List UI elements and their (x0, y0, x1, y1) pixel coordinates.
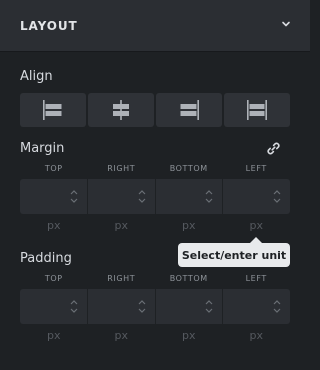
padding-right-input[interactable] (87, 289, 155, 324)
stepper-arrows-icon[interactable] (70, 188, 78, 205)
align-left-icon (43, 100, 62, 120)
padding-label: Padding (20, 251, 72, 266)
margin-bottom-unit[interactable]: px (155, 219, 223, 233)
stepper-arrows-icon[interactable] (205, 188, 213, 205)
padding-units: px px px px (20, 329, 290, 343)
stepper-arrows-icon[interactable] (273, 188, 281, 205)
margin-top-unit[interactable]: px (20, 219, 88, 233)
padding-inputs (20, 289, 290, 324)
margin-left-input[interactable] (223, 179, 290, 214)
margin-left-unit[interactable]: px (223, 219, 291, 233)
margin-top-input[interactable] (20, 179, 87, 214)
stepper-arrows-icon[interactable] (70, 298, 78, 315)
padding-top-input[interactable] (20, 289, 87, 324)
margin-left-label: LEFT (245, 164, 267, 173)
padding-right-unit[interactable]: px (88, 329, 156, 343)
margin-right-unit[interactable]: px (88, 219, 156, 233)
unit-tooltip: Select/enter unit (178, 243, 290, 267)
align-right-button[interactable] (156, 93, 222, 127)
padding-top-unit[interactable]: px (20, 329, 88, 343)
stepper-arrows-icon[interactable] (205, 298, 213, 315)
padding-bottom-unit[interactable]: px (155, 329, 223, 343)
padding-bottom-label: BOTTOM (169, 274, 208, 283)
margin-column-labels: TOP RIGHT BOTTOM LEFT (20, 164, 290, 176)
stepper-arrows-icon[interactable] (138, 188, 146, 205)
align-label: Align (20, 69, 53, 84)
align-button-group (20, 93, 290, 127)
padding-bottom-input[interactable] (155, 289, 223, 324)
margin-bottom-input[interactable] (155, 179, 223, 214)
align-stretch-icon (247, 100, 267, 120)
layout-panel-header[interactable]: LAYOUT (0, 0, 310, 52)
align-stretch-button[interactable] (224, 93, 290, 127)
margin-right-input[interactable] (87, 179, 155, 214)
align-center-icon (113, 100, 129, 120)
padding-left-label: LEFT (245, 274, 267, 283)
padding-top-label: TOP (44, 274, 63, 283)
margin-top-label: TOP (44, 164, 63, 173)
panel-title: LAYOUT (20, 19, 78, 33)
align-center-button[interactable] (88, 93, 154, 127)
padding-column-labels: TOP RIGHT BOTTOM LEFT (20, 274, 290, 286)
padding-left-input[interactable] (223, 289, 290, 324)
link-icon[interactable] (266, 141, 281, 156)
margin-units: px px px px (20, 219, 290, 233)
chevron-down-icon[interactable] (279, 17, 293, 31)
align-left-button[interactable] (20, 93, 86, 127)
stepper-arrows-icon[interactable] (273, 298, 281, 315)
margin-right-label: RIGHT (107, 164, 136, 173)
margin-bottom-label: BOTTOM (169, 164, 208, 173)
stepper-arrows-icon[interactable] (138, 298, 146, 315)
padding-right-label: RIGHT (107, 274, 136, 283)
align-right-icon (180, 100, 199, 120)
margin-inputs (20, 179, 290, 214)
padding-left-unit[interactable]: px (223, 329, 291, 343)
margin-label: Margin (20, 141, 65, 156)
